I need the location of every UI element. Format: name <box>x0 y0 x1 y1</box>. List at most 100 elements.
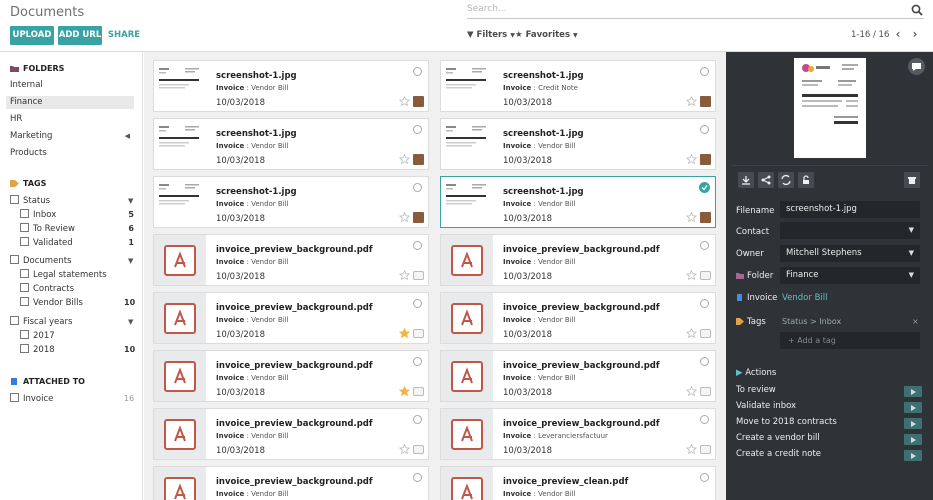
action-validate-inbox[interactable]: Validate inbox <box>736 401 796 411</box>
document-card[interactable]: invoice_preview_background.pdf Invoice : … <box>440 408 716 460</box>
tag-group-fiscal-years[interactable]: Fiscal years <box>10 316 72 329</box>
checkbox[interactable] <box>20 344 29 353</box>
download-icon[interactable] <box>738 172 754 188</box>
search-icon[interactable] <box>911 4 923 16</box>
select-checkbox[interactable] <box>413 183 422 192</box>
contact-field[interactable]: ▼ <box>780 222 920 239</box>
document-preview[interactable] <box>794 58 866 158</box>
selected-check-icon[interactable] <box>699 182 710 193</box>
action-create-vendor-bill[interactable]: Create a vendor bill <box>736 433 820 443</box>
favorite-star-icon[interactable] <box>399 154 410 165</box>
document-card[interactable]: invoice_preview_background.pdf Invoice : … <box>153 466 429 500</box>
select-checkbox[interactable] <box>413 125 422 134</box>
tag-group-documents[interactable]: Documents <box>10 255 71 268</box>
select-checkbox[interactable] <box>413 299 422 308</box>
document-card[interactable]: invoice_preview_background.pdf Invoice : … <box>440 234 716 286</box>
checkbox[interactable] <box>20 330 29 339</box>
caret-left-icon[interactable]: ◀ <box>125 130 130 143</box>
favorite-star-icon[interactable] <box>686 386 697 397</box>
favorites-dropdown[interactable]: ★ Favorites ▼ <box>515 30 578 40</box>
document-card[interactable]: screenshot-1.jpg Invoice : Vendor Bill 10/… <box>440 118 716 170</box>
checkbox[interactable] <box>20 237 29 246</box>
filters-dropdown[interactable]: ▼ Filters ▼ <box>467 30 515 40</box>
search-input[interactable] <box>467 4 897 14</box>
camera-icon[interactable] <box>413 445 424 454</box>
checkbox[interactable] <box>20 209 29 218</box>
document-card[interactable]: screenshot-1.jpg Invoice : Credit Note 10/… <box>440 60 716 112</box>
folder-finance[interactable]: Finance <box>6 96 134 109</box>
document-card[interactable]: invoice_preview_background.pdf Invoice : … <box>153 292 429 344</box>
tag-group-status[interactable]: Status <box>10 195 50 208</box>
camera-icon[interactable] <box>413 271 424 280</box>
owner-field[interactable]: Mitchell Stephens ▼ <box>780 245 920 262</box>
checkbox[interactable] <box>20 283 29 292</box>
select-checkbox[interactable] <box>413 67 422 76</box>
tag-2017[interactable]: 2017 <box>20 330 55 343</box>
tag-legal-statements[interactable]: Legal statements <box>20 269 107 282</box>
invoice-link[interactable]: Vendor Bill <box>782 293 827 303</box>
checkbox[interactable] <box>10 316 19 325</box>
document-card[interactable]: invoice_preview_background.pdf Invoice : … <box>153 408 429 460</box>
favorite-star-icon[interactable] <box>399 96 410 107</box>
favorite-star-icon[interactable] <box>686 154 697 165</box>
add-url-button[interactable]: ADD URL <box>58 26 102 45</box>
tag-2018[interactable]: 2018 <box>20 344 55 357</box>
chevron-down-icon[interactable]: ▼ <box>128 257 133 265</box>
upload-button[interactable]: UPLOAD <box>10 26 54 45</box>
run-action-button[interactable] <box>904 402 922 413</box>
archive-icon[interactable] <box>904 172 920 188</box>
favorite-star-icon[interactable] <box>399 386 410 397</box>
tag-contracts[interactable]: Contracts <box>20 283 74 296</box>
checkbox[interactable] <box>20 297 29 306</box>
remove-tag-icon[interactable]: × <box>912 317 919 326</box>
folder-field[interactable]: Finance ▼ <box>780 267 920 284</box>
favorite-star-icon[interactable] <box>686 96 697 107</box>
action-move-to-2018-contracts[interactable]: Move to 2018 contracts <box>736 417 837 427</box>
select-checkbox[interactable] <box>700 125 709 134</box>
document-card[interactable]: invoice_preview_background.pdf Invoice : … <box>440 350 716 402</box>
folder-products[interactable]: Products <box>6 147 134 160</box>
run-action-button[interactable] <box>904 450 922 461</box>
document-card[interactable]: invoice_preview_background.pdf Invoice : … <box>153 350 429 402</box>
favorite-star-icon[interactable] <box>686 328 697 339</box>
lock-icon[interactable] <box>798 172 814 188</box>
select-checkbox[interactable] <box>413 473 422 482</box>
select-checkbox[interactable] <box>413 415 422 424</box>
favorite-star-icon[interactable] <box>399 444 410 455</box>
share-icon[interactable] <box>758 172 774 188</box>
replace-icon[interactable] <box>778 172 794 188</box>
checkbox[interactable] <box>10 255 19 264</box>
document-card[interactable]: screenshot-1.jpg Invoice : Vendor Bill 10/… <box>153 176 429 228</box>
camera-icon[interactable] <box>700 387 711 396</box>
tag-inbox[interactable]: Inbox <box>20 209 56 222</box>
select-checkbox[interactable] <box>700 299 709 308</box>
camera-icon[interactable] <box>413 387 424 396</box>
folder-internal[interactable]: Internal <box>6 79 134 92</box>
select-checkbox[interactable] <box>413 241 422 250</box>
camera-icon[interactable] <box>700 329 711 338</box>
select-checkbox[interactable] <box>700 241 709 250</box>
tag-to-review[interactable]: To Review <box>20 223 75 236</box>
camera-icon[interactable] <box>700 271 711 280</box>
chat-icon[interactable] <box>908 58 925 75</box>
attached-invoice[interactable]: Invoice <box>10 393 53 406</box>
run-action-button[interactable] <box>904 434 922 445</box>
select-checkbox[interactable] <box>700 415 709 424</box>
checkbox[interactable] <box>20 269 29 278</box>
action-create-credit-note[interactable]: Create a credit note <box>736 449 821 459</box>
select-checkbox[interactable] <box>700 67 709 76</box>
camera-icon[interactable] <box>413 329 424 338</box>
document-card[interactable]: invoice_preview_background.pdf Invoice : … <box>440 292 716 344</box>
pager-previous-icon[interactable]: ‹ <box>891 27 905 41</box>
action-to-review[interactable]: To review <box>736 385 776 395</box>
document-card[interactable]: invoice_preview_background.pdf Invoice : … <box>153 234 429 286</box>
select-checkbox[interactable] <box>700 357 709 366</box>
document-card[interactable]: invoice_preview_clean.pdf Invoice : Vendo… <box>440 466 716 500</box>
favorite-star-icon[interactable] <box>686 270 697 281</box>
select-checkbox[interactable] <box>413 357 422 366</box>
checkbox[interactable] <box>10 195 19 204</box>
pager-next-icon[interactable]: › <box>908 27 922 41</box>
favorite-star-icon[interactable] <box>399 212 410 223</box>
camera-icon[interactable] <box>700 445 711 454</box>
document-card[interactable]: screenshot-1.jpg Invoice : Vendor Bill 10/… <box>153 118 429 170</box>
